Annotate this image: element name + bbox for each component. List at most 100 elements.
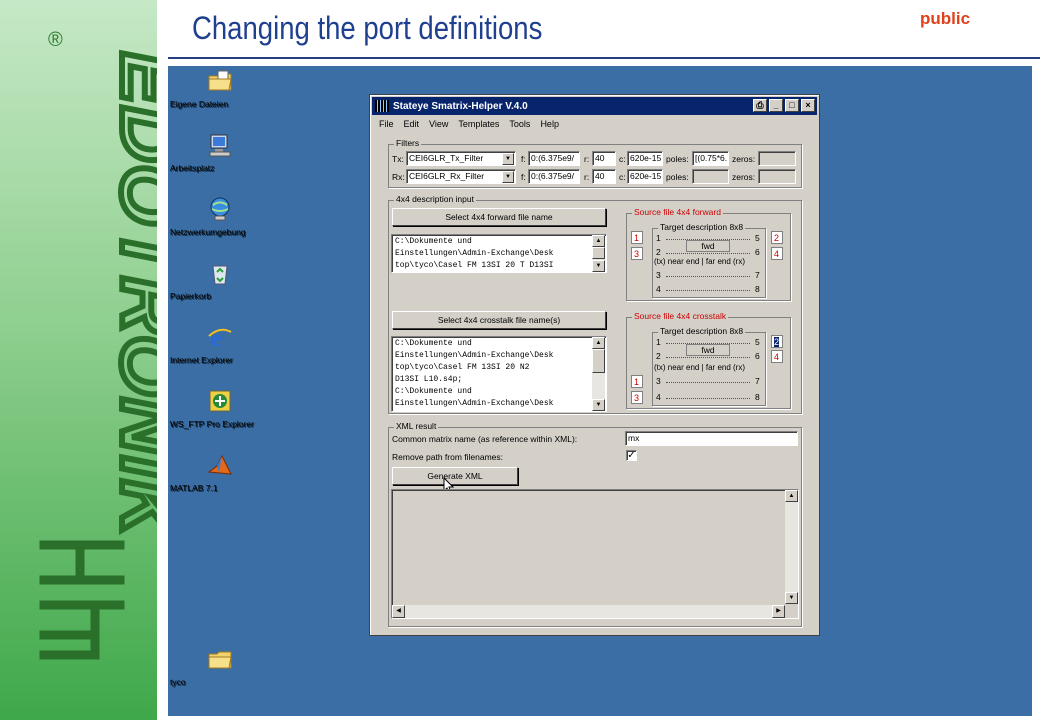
scroll-up-icon[interactable]: ▲ <box>592 235 605 247</box>
chevron-down-icon: ▼ <box>502 171 514 183</box>
menu-templates[interactable]: Templates <box>453 117 504 133</box>
xml-output-hscroll[interactable]: ◀ ▶ <box>392 605 785 618</box>
crosstalk-port-left-1[interactable]: 1 <box>631 375 643 388</box>
scroll-down-icon[interactable]: ▼ <box>592 260 605 272</box>
rx-filter-select[interactable]: CEI6GLR_Rx_Filter ▼ <box>406 169 516 184</box>
rx-poles-label: poles: <box>666 172 689 182</box>
forward-row-3-right: 7 <box>755 270 760 280</box>
forward-row-3-left: 3 <box>656 270 661 280</box>
internet-explorer-icon: e <box>208 326 232 350</box>
crosstalk-fwd-label: fwd <box>686 344 730 356</box>
forward-fwd-label: fwd <box>686 240 730 252</box>
xml-output-area[interactable] <box>391 489 799 619</box>
crosstalk-text-line: C:\Dokumente und <box>395 339 472 348</box>
scroll-up-icon[interactable]: ▲ <box>592 337 605 349</box>
edotronik-logo: ® EDOTRONIK <box>0 0 196 720</box>
crosstalk-port-right-1[interactable]: 2 <box>771 335 783 348</box>
tx-c-label: c: <box>619 154 626 164</box>
forward-port-right-1[interactable]: 2 <box>771 231 783 244</box>
tx-c-input[interactable]: 620e-15 <box>627 151 663 166</box>
forward-textarea-scrollbar[interactable]: ▲ ▼ <box>592 235 605 272</box>
crosstalk-textarea-scrollbar[interactable]: ▲ ▼ <box>592 337 605 411</box>
window-titlebar[interactable]: Stateye Smatrix-Helper V.4.0 ⎙ _ □ × <box>372 97 817 115</box>
crosstalk-row-1-left: 1 <box>656 337 661 347</box>
print-icon[interactable]: ⎙ <box>753 99 767 112</box>
maximize-button[interactable]: □ <box>785 99 799 112</box>
folder-documents-icon <box>208 70 232 91</box>
scroll-thumb[interactable] <box>592 349 605 373</box>
select-forward-file-button[interactable]: Select 4x4 forward file name <box>392 208 606 226</box>
scroll-down-icon[interactable]: ▼ <box>592 399 605 411</box>
scroll-thumb[interactable] <box>592 247 605 259</box>
scroll-right-icon[interactable]: ▶ <box>772 605 785 618</box>
recycle-bin-icon <box>212 265 228 285</box>
window-title: Stateye Smatrix-Helper V.4.0 <box>393 100 528 112</box>
rx-c-input[interactable]: 620e-15 <box>627 169 663 184</box>
desktop-icon-ws-ftp[interactable]: WS_FTP Pro Explorer <box>170 388 270 429</box>
forward-port-left-2[interactable]: 3 <box>631 247 643 260</box>
desktop-icon-matlab[interactable]: MATLAB 7.1 <box>170 452 270 493</box>
desktop-icon-tyco[interactable]: tyco <box>170 646 270 687</box>
smatrix-helper-window: Stateye Smatrix-Helper V.4.0 ⎙ _ □ × Fil… <box>369 94 820 636</box>
scroll-down-icon[interactable]: ▼ <box>785 592 798 604</box>
forward-file-textarea[interactable]: C:\Dokumente und Einstellungen\Admin-Exc… <box>391 234 607 273</box>
menu-view[interactable]: View <box>424 117 453 133</box>
select-crosstalk-file-button[interactable]: Select 4x4 crosstalk file name(s) <box>392 311 606 329</box>
desktop-icon-netzwerkumgebung[interactable]: Netzwerkumgebung <box>170 196 270 237</box>
forward-row-4-left: 4 <box>656 284 661 294</box>
desktop-icon-eigene-dateien[interactable]: Eigene Dateien <box>170 68 270 109</box>
tx-zeros-input[interactable] <box>758 151 796 166</box>
xml-output-vscroll[interactable]: ▲ ▼ <box>785 490 798 604</box>
crosstalk-row-line <box>666 398 750 399</box>
matrix-name-label: Common matrix name (as reference within … <box>392 434 578 444</box>
tx-label: Tx: <box>392 154 404 164</box>
menu-file[interactable]: File <box>374 117 399 133</box>
desktop-icon-papierkorb[interactable]: Papierkorb <box>170 260 270 301</box>
forward-port-right-2[interactable]: 4 <box>771 247 783 260</box>
forward-text-line: top\tyco\Casel FM 13SI 20 T D13SI <box>395 261 554 270</box>
chevron-down-icon: ▼ <box>502 153 514 165</box>
remove-path-checkbox[interactable]: ✓ <box>626 450 637 461</box>
rx-label: Rx: <box>392 172 405 182</box>
tx-f-input[interactable]: 0:(6.375e9/ <box>528 151 580 166</box>
desktop-icon-internet-explorer[interactable]: e Internet Explorer <box>170 324 270 365</box>
rx-r-input[interactable]: 40 <box>592 169 616 184</box>
minimize-button[interactable]: _ <box>769 99 783 112</box>
crosstalk-text-line: Einstellungen\Admin-Exchange\Desk <box>395 399 554 408</box>
crosstalk-text-line: D13SI L10.s4p; <box>395 375 463 384</box>
classification-label: public <box>920 9 971 28</box>
computer-icon <box>209 134 231 157</box>
tx-poles-input[interactable]: [(0.75*6. <box>692 151 729 166</box>
tx-r-input[interactable]: 40 <box>592 151 616 166</box>
tx-filter-select[interactable]: CEI6GLR_Tx_Filter ▼ <box>406 151 516 166</box>
crosstalk-row-2-right: 6 <box>755 351 760 361</box>
crosstalk-file-textarea[interactable]: C:\Dokumente und Einstellungen\Admin-Exc… <box>391 336 607 412</box>
forward-row-line <box>666 276 750 277</box>
forward-row-2-right: 6 <box>755 247 760 257</box>
crosstalk-row-4-right: 8 <box>755 392 760 402</box>
crosstalk-port-right-2[interactable]: 4 <box>771 350 783 363</box>
matrix-name-input[interactable]: mx <box>625 431 798 446</box>
rx-f-input[interactable]: 0:(6.375e9/ <box>528 169 580 184</box>
menu-help[interactable]: Help <box>535 117 564 133</box>
crosstalk-ends-label: (tx) near end | far end (rx) <box>654 363 745 372</box>
crosstalk-row-line <box>666 357 750 358</box>
slide-title: Changing the port definitions <box>192 10 543 46</box>
crosstalk-port-left-2[interactable]: 3 <box>631 391 643 404</box>
forward-port-left-1[interactable]: 1 <box>631 231 643 244</box>
menu-tools[interactable]: Tools <box>504 117 535 133</box>
menu-edit[interactable]: Edit <box>399 117 425 133</box>
crosstalk-row-1-right: 5 <box>755 337 760 347</box>
rx-poles-input[interactable] <box>692 169 729 184</box>
scroll-up-icon[interactable]: ▲ <box>785 490 798 502</box>
tx-poles-label: poles: <box>666 154 689 164</box>
generate-xml-button[interactable]: Generate XML <box>392 467 518 485</box>
logo-wordmark: EDOTRONIK <box>105 52 157 542</box>
scroll-left-icon[interactable]: ◀ <box>392 605 405 618</box>
close-button[interactable]: × <box>801 99 815 112</box>
rx-zeros-input[interactable] <box>758 169 796 184</box>
crosstalk-row-2-left: 2 <box>656 351 661 361</box>
desktop-icon-arbeitsplatz[interactable]: Arbeitsplatz <box>170 132 270 173</box>
forward-row-line <box>666 253 750 254</box>
forward-row-1-left: 1 <box>656 233 661 243</box>
